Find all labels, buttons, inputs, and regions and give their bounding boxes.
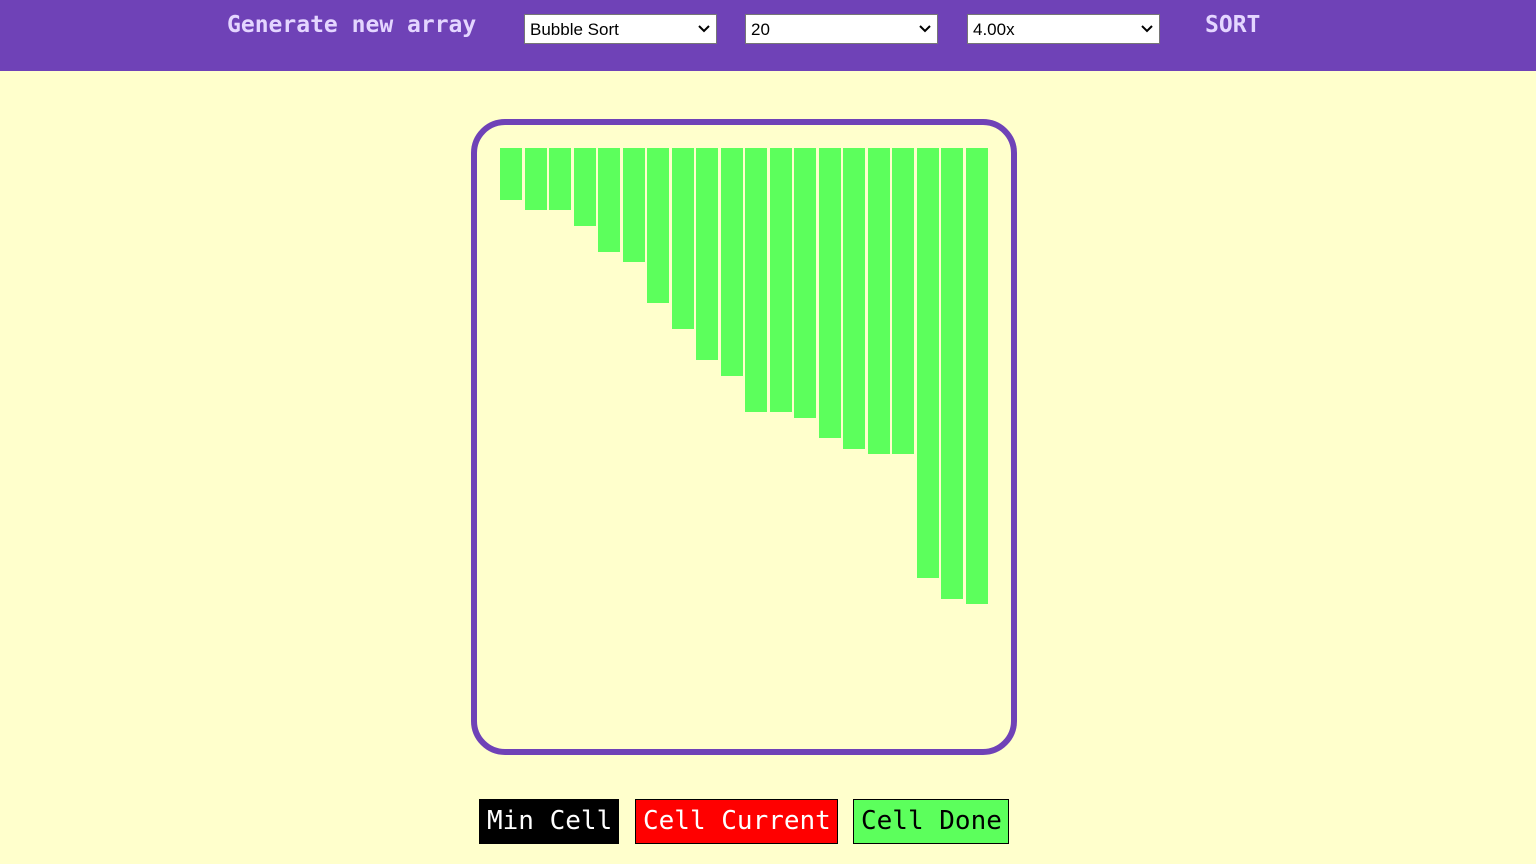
chevron-down-icon xyxy=(1141,25,1153,33)
array-bar xyxy=(696,148,718,360)
array-bar xyxy=(745,148,767,412)
array-size-select[interactable]: 20 xyxy=(745,14,938,44)
array-bar xyxy=(843,148,865,449)
array-bar xyxy=(917,148,939,578)
top-toolbar: Generate new array Bubble Sort 20 4.00x … xyxy=(0,0,1536,71)
chevron-down-icon xyxy=(919,25,931,33)
generate-array-button[interactable]: Generate new array xyxy=(227,12,476,38)
algorithm-select-value: Bubble Sort xyxy=(530,20,619,39)
legend-min-cell: Min Cell xyxy=(479,799,619,844)
legend-cell-current: Cell Current xyxy=(635,799,838,844)
sort-button[interactable]: SORT xyxy=(1205,12,1260,38)
array-bar xyxy=(525,148,547,210)
array-bar xyxy=(794,148,816,418)
array-bar xyxy=(672,148,694,329)
array-bar xyxy=(819,148,841,438)
array-bar xyxy=(966,148,988,604)
array-bar xyxy=(574,148,596,226)
array-bar xyxy=(892,148,914,454)
array-bar xyxy=(598,148,620,252)
array-bar xyxy=(868,148,890,454)
array-size-select-value: 20 xyxy=(751,20,770,39)
speed-select-value: 4.00x xyxy=(973,20,1015,39)
array-bar xyxy=(647,148,669,303)
array-bar xyxy=(770,148,792,412)
legend-cell-done: Cell Done xyxy=(853,799,1009,844)
array-bar xyxy=(941,148,963,599)
array-bar xyxy=(500,148,522,200)
speed-select[interactable]: 4.00x xyxy=(967,14,1160,44)
algorithm-select[interactable]: Bubble Sort xyxy=(524,14,717,44)
array-bar xyxy=(623,148,645,262)
array-bar xyxy=(549,148,571,210)
array-bar xyxy=(721,148,743,376)
array-bars xyxy=(500,148,990,748)
chevron-down-icon xyxy=(698,25,710,33)
